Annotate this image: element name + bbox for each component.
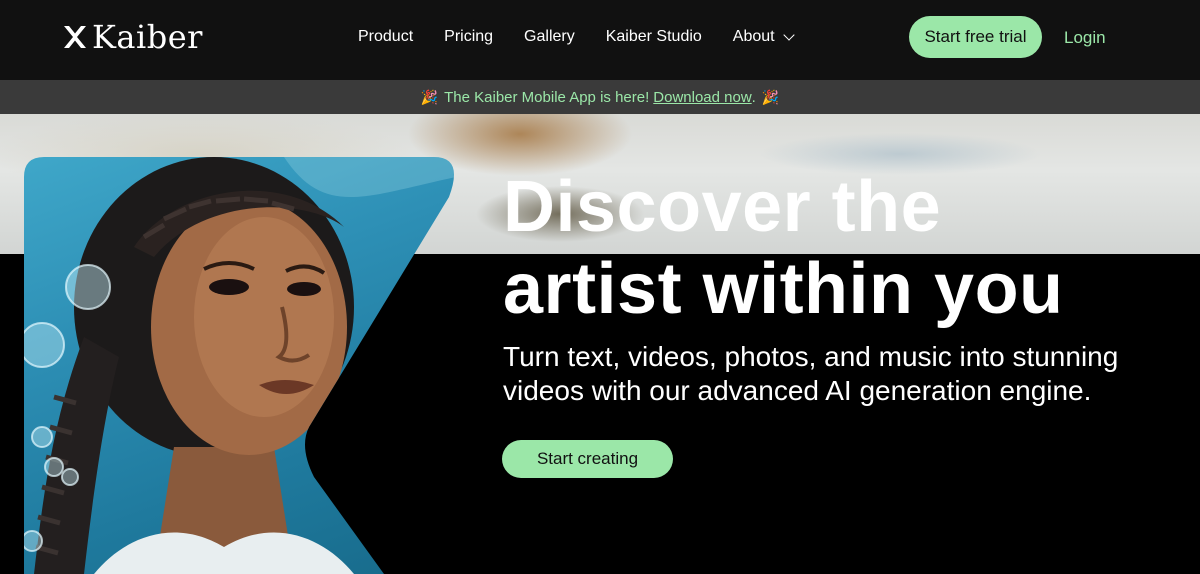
logo[interactable]: Kaiber [62, 20, 203, 54]
announcement-text: The Kaiber Mobile App is here! [444, 88, 650, 106]
start-creating-button[interactable]: Start creating [502, 440, 673, 478]
download-now-link[interactable]: Download now [653, 89, 751, 106]
start-free-trial-button[interactable]: Start free trial [909, 16, 1042, 58]
nav-kaiber-studio[interactable]: Kaiber Studio [606, 26, 702, 48]
nav-pricing[interactable]: Pricing [444, 26, 493, 48]
nav-product[interactable]: Product [358, 26, 413, 48]
top-navigation: Kaiber Product Pricing Gallery Kaiber St… [0, 0, 1200, 80]
nav-about-label: About [732, 28, 775, 45]
chevron-down-icon [782, 29, 795, 41]
kaiber-logo-icon [64, 26, 86, 48]
headline-line-2: artist within you [503, 249, 1064, 329]
nav-about[interactable]: About [732, 26, 795, 48]
announcement-suffix: . [751, 88, 756, 106]
login-link[interactable]: Login [1064, 27, 1106, 49]
announcement-bar: 🎉 The Kaiber Mobile App is here! Downloa… [0, 80, 1200, 114]
party-popper-icon: 🎉 [420, 88, 439, 105]
headline-line-1: Discover the [503, 167, 942, 247]
hero-headline: Discover the artist within you [503, 166, 1183, 330]
main-nav: Product Pricing Gallery Kaiber Studio Ab… [358, 26, 795, 48]
hero-subheading: Turn text, videos, photos, and music int… [503, 341, 1119, 406]
party-popper-icon: 🎉 [761, 88, 780, 105]
nav-gallery[interactable]: Gallery [524, 26, 575, 48]
brand-name: Kaiber [92, 18, 203, 56]
